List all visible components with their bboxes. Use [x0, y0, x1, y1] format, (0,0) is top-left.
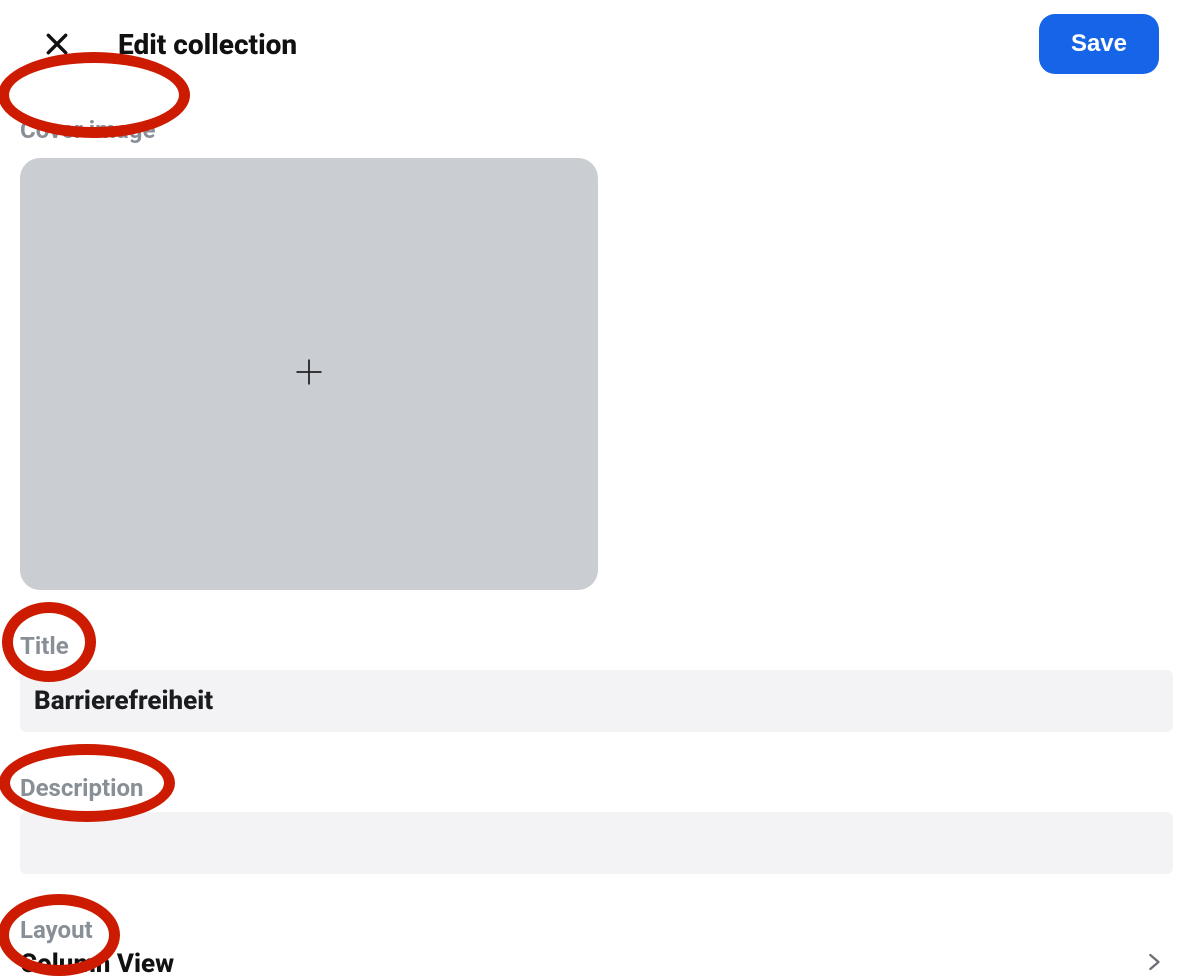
header-left-group: Edit collection: [44, 28, 297, 61]
description-label: Description: [0, 774, 144, 802]
close-icon[interactable]: [44, 31, 70, 57]
form-content: Cover image Title Description Layout Col…: [0, 88, 1187, 980]
save-button[interactable]: Save: [1039, 14, 1159, 74]
cover-image-upload[interactable]: [20, 158, 598, 590]
layout-selector[interactable]: Column View: [0, 948, 1187, 980]
cover-image-label: Cover image: [0, 116, 155, 144]
title-input[interactable]: [20, 670, 1173, 732]
chevron-right-icon: [1147, 948, 1163, 980]
title-label: Title: [0, 632, 69, 660]
layout-value: Column View: [20, 949, 174, 979]
plus-icon: [294, 357, 324, 391]
header-bar: Edit collection Save: [0, 0, 1187, 88]
layout-label: Layout: [0, 916, 93, 944]
description-input[interactable]: [20, 812, 1173, 874]
page-title: Edit collection: [118, 28, 297, 61]
